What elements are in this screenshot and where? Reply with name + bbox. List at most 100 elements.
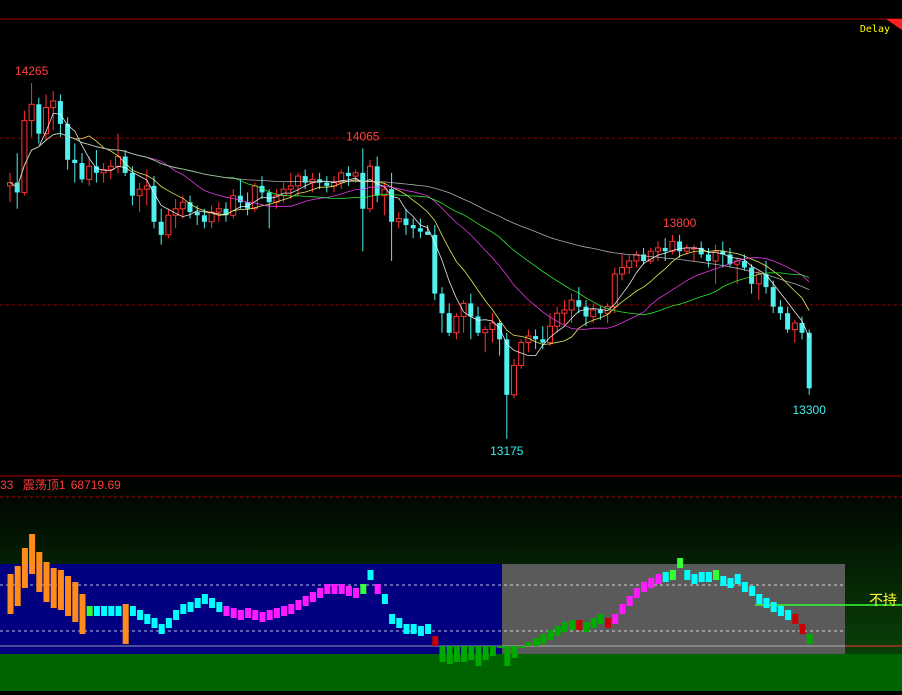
indicator-bar [122, 604, 129, 644]
chart-stage: 14265 14065 13800 13175 13300 Delay 33 震荡顶1 … [0, 0, 902, 691]
indicator-bar [497, 646, 504, 648]
candle-body [21, 120, 28, 193]
indicator-bar [288, 604, 295, 614]
indicator-bar [461, 646, 468, 662]
indicator-bar [417, 626, 424, 636]
indicator-bar [605, 618, 612, 628]
indicator-bar [317, 588, 324, 598]
indicator-bar [374, 584, 381, 594]
indicator-bar [453, 646, 460, 662]
indicator-bar [252, 610, 259, 620]
candle-body [151, 185, 157, 222]
indicator-bar [101, 606, 108, 616]
indicator-bar [43, 562, 50, 602]
candle-body [561, 309, 568, 314]
candle-body [417, 228, 423, 232]
candle-body [201, 215, 207, 222]
candle-body [576, 300, 582, 307]
price-label-13800: 13800 [663, 216, 697, 230]
candle-body [324, 182, 330, 186]
candle-body [763, 274, 769, 288]
indicator-bar [432, 636, 439, 646]
indicator-bar [468, 646, 475, 660]
candle-body [179, 201, 186, 210]
candle-body [251, 185, 258, 210]
indicator-bar [381, 594, 388, 604]
indicator-bar [669, 570, 676, 580]
indicator-bar [446, 646, 453, 664]
indicator-bar [57, 570, 64, 610]
price-chart: 1426514065138001317513300 Delay 33 震荡顶1 … [0, 18, 902, 691]
candle-body [345, 172, 351, 177]
indicator-bar [180, 604, 187, 614]
indicator-bar [86, 606, 93, 616]
price-label-14265: 14265 [15, 64, 49, 78]
indicator-bar [65, 576, 72, 616]
candle-body [245, 202, 251, 209]
indicator-bar [72, 582, 79, 622]
candle-body [395, 218, 402, 223]
indicator-bar [302, 596, 309, 606]
indicator-bar [273, 608, 280, 618]
indicator-bar [655, 574, 662, 584]
candle-body [489, 322, 496, 331]
candle-body [136, 188, 143, 197]
candle-body [511, 364, 517, 396]
candle-body [165, 214, 172, 236]
candle-body [504, 339, 510, 395]
candle-body [468, 303, 474, 317]
candle-body [741, 260, 747, 268]
indicator-bar [158, 624, 165, 634]
indicator-bar [281, 606, 288, 616]
indicator-bar [137, 610, 144, 620]
candle-body [453, 315, 460, 334]
ma5-line [9, 112, 810, 357]
indicator-bar [540, 634, 547, 644]
indicator-bar [21, 548, 28, 588]
indicator-bar [165, 618, 172, 628]
candle-body [266, 192, 272, 203]
indicator-bar [511, 646, 518, 658]
candle-body [295, 175, 301, 187]
candle-body [158, 221, 164, 235]
price-label-13175: 13175 [490, 444, 524, 458]
candle-body [215, 208, 222, 213]
indicator-bar [353, 588, 360, 598]
indicator-bar [187, 602, 194, 612]
indicator-bar [209, 598, 216, 608]
indicator-bar [151, 618, 158, 628]
candle-body [439, 293, 445, 314]
indicator-bar [50, 568, 57, 608]
indicator-bar [705, 572, 712, 582]
indicator-bar [777, 606, 784, 616]
indicator-bar [504, 646, 511, 666]
indicator-bar [518, 646, 525, 648]
indicator-bar [29, 534, 36, 574]
indicator-bar [785, 610, 792, 620]
indicator-bar [115, 606, 122, 616]
indicator-bar [194, 598, 201, 608]
indicator-bar [295, 600, 302, 610]
indicator-bar [741, 582, 748, 592]
indicator-bar [569, 620, 576, 630]
indicator-bar [626, 596, 633, 606]
candle-body [547, 325, 553, 344]
indicator-bar [475, 646, 482, 666]
candle-body [705, 254, 711, 261]
indicator-bar [720, 576, 727, 586]
candle-body [533, 336, 539, 340]
indicator-bar [576, 620, 583, 630]
candle-body [194, 212, 200, 216]
indicator-bar [677, 558, 684, 568]
indicator-bar [561, 622, 568, 632]
indicator-bar [633, 588, 640, 598]
indicator-bar [749, 586, 756, 596]
indicator-bar [108, 606, 115, 616]
indicator-bar [173, 610, 180, 620]
candle-body [43, 107, 49, 135]
indicator-bar [309, 592, 316, 602]
indicator-bar [763, 598, 770, 608]
ma10-line [9, 132, 810, 345]
indicator-bar [230, 608, 237, 618]
indicator-bar [533, 638, 540, 646]
